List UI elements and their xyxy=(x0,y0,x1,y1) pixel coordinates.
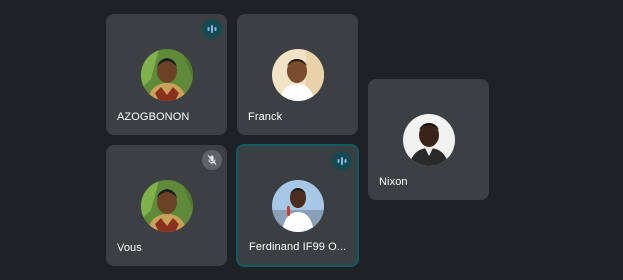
participant-name: Ferdinand IF99 O... xyxy=(249,241,347,253)
participant-avatar xyxy=(271,179,324,232)
participant-name: Franck xyxy=(248,111,283,123)
audio-level-icon xyxy=(332,151,352,171)
participant-avatar xyxy=(402,113,455,166)
audio-level-icon xyxy=(202,19,222,39)
participant-tile-azogbonon[interactable]: AZOGBONON xyxy=(106,14,227,135)
meeting-grid: AZOGBONON Franck Nixon Vous Ferdinand IF… xyxy=(0,0,623,280)
participant-name: Nixon xyxy=(379,176,408,188)
mic-off-icon xyxy=(202,150,222,170)
participant-tile-ferdinand[interactable]: Ferdinand IF99 O... xyxy=(236,144,359,267)
participant-avatar xyxy=(140,179,193,232)
participant-tile-franck[interactable]: Franck xyxy=(237,14,358,135)
participant-avatar xyxy=(271,48,324,101)
participant-avatar xyxy=(140,48,193,101)
participant-tile-vous[interactable]: Vous xyxy=(106,145,227,266)
participant-name: Vous xyxy=(117,242,142,254)
participant-tile-nixon[interactable]: Nixon xyxy=(368,79,489,200)
participant-name: AZOGBONON xyxy=(117,111,190,123)
